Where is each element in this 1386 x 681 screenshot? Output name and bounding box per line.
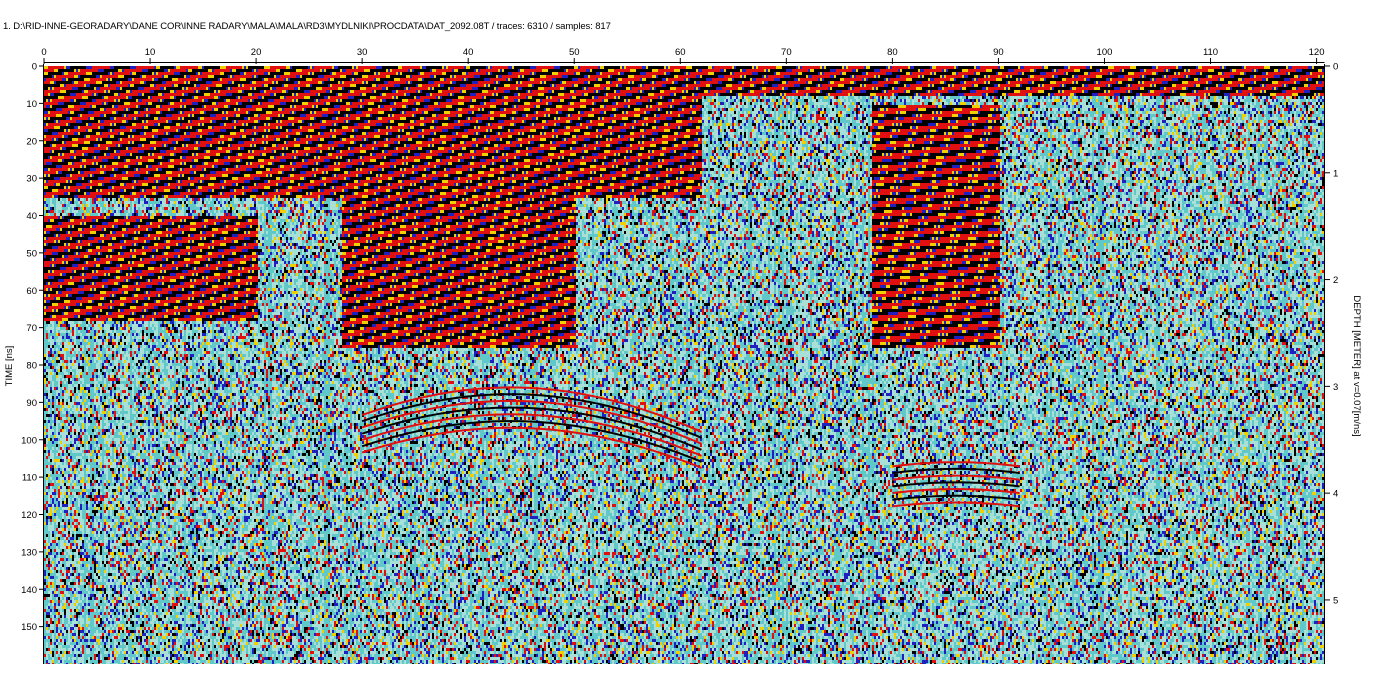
y2-tick-label: 5 (1333, 595, 1338, 606)
radargram-image (44, 66, 1324, 666)
x-tick-label: 60 (675, 47, 686, 58)
y-tick-label: 40 (26, 211, 37, 222)
x-tick-label: 100 (1097, 47, 1113, 58)
radargram: 0 10 20 30 40 50 60 70 80 90 100 110 120010203040506… (0, 0, 1386, 681)
x-tick-label: 70 (781, 47, 792, 58)
y2-tick-label: 4 (1333, 489, 1338, 500)
y-tick-label: 50 (26, 248, 37, 259)
y-axis-label: TIME [ns] (4, 346, 15, 387)
y2-tick-label: 0 (1333, 62, 1338, 73)
y2-axis-label: DEPTH [METER] at v=0.07[m/ns] (1351, 295, 1362, 436)
y-tick-label: 80 (26, 361, 37, 372)
y-tick-label: 30 (26, 174, 37, 185)
y-tick-label: 130 (21, 547, 37, 558)
x-tick-label: 0 (41, 47, 46, 58)
x-tick-label: 40 (463, 47, 474, 58)
y-tick-label: 110 (22, 473, 37, 484)
radar-texture (44, 66, 1324, 666)
y2-tick-label: 3 (1333, 382, 1338, 393)
y-tick-label: 150 (21, 622, 37, 633)
y-tick-label: 60 (26, 286, 37, 297)
y-tick-label: 20 (26, 136, 37, 147)
x-tick-label: 50 (569, 47, 580, 58)
y-tick-label: 120 (21, 510, 37, 521)
x-tick-label: 120 (1309, 47, 1325, 58)
y-tick-label: 140 (21, 585, 37, 596)
x-tick-label: 80 (887, 47, 898, 58)
y-tick-label: 90 (26, 398, 37, 409)
y-tick-label: 10 (26, 99, 37, 110)
y-tick-label: 70 (26, 323, 37, 334)
y-tick-label: 100 (21, 435, 37, 446)
y-tick-label: 0 (32, 62, 37, 73)
y2-tick-label: 1 (1333, 168, 1338, 179)
x-tick-label: 20 (251, 47, 262, 58)
x-tick-label: 10 (145, 47, 156, 58)
x-tick-label: 90 (993, 47, 1004, 58)
x-tick-label: 110 (1203, 47, 1218, 58)
x-tick-label: 30 (357, 47, 368, 58)
y2-tick-label: 2 (1333, 275, 1338, 286)
